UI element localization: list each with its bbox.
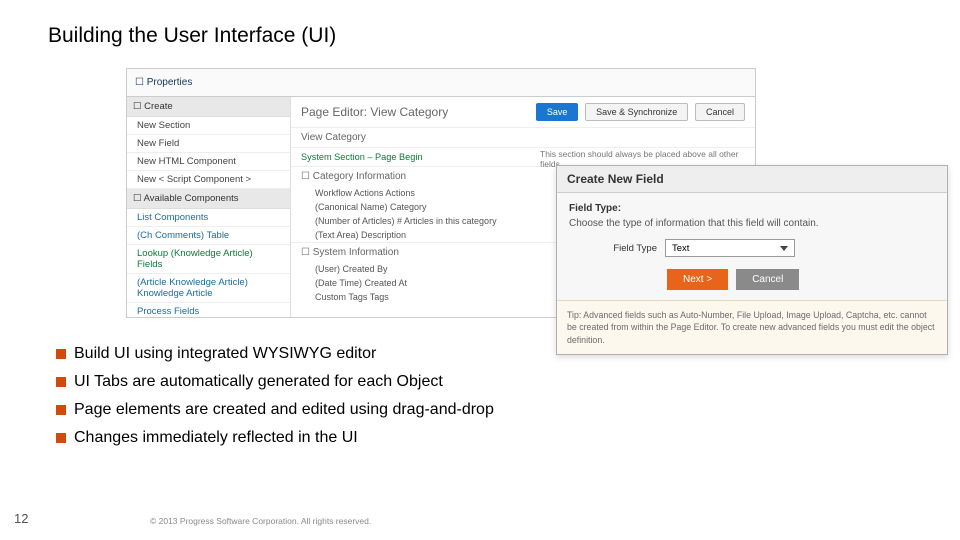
dialog-tip: Tip: Advanced fields such as Auto-Number… (557, 300, 947, 354)
sidebar-item[interactable]: (Ch Comments) Table (127, 227, 290, 245)
sidebar-item[interactable]: New HTML Component (127, 153, 290, 171)
slide-title: Building the User Interface (UI) (48, 24, 336, 48)
sidebar: ☐ Create New Section New Field New HTML … (127, 97, 291, 317)
field-type-hint: Choose the type of information that this… (569, 218, 935, 229)
bullet-icon (56, 405, 66, 415)
field-type-value: Text (672, 243, 689, 254)
properties-label: ☐ Properties (135, 77, 192, 88)
dialog-title: Create New Field (557, 166, 947, 193)
bullet-item: Changes immediately reflected in the UI (56, 429, 494, 447)
bullet-item: Build UI using integrated WYSIWYG editor (56, 345, 494, 363)
bullet-item: UI Tabs are automatically generated for … (56, 373, 494, 391)
bullet-text: Changes immediately reflected in the UI (74, 429, 358, 447)
field-type-select[interactable]: Text (665, 239, 795, 257)
bullet-list: Build UI using integrated WYSIWYG editor… (56, 335, 494, 457)
properties-bar: ☐ Properties (127, 69, 755, 97)
cancel-button[interactable]: Cancel (695, 103, 745, 121)
save-sync-button[interactable]: Save & Synchronize (585, 103, 688, 121)
bullet-text: Page elements are created and edited usi… (74, 401, 494, 419)
cancel-button[interactable]: Cancel (736, 269, 799, 290)
sidebar-item[interactable]: Process Fields (127, 303, 290, 318)
view-category-label: View Category (291, 128, 755, 148)
sidebar-item[interactable]: Lookup (Knowledge Article) Fields (127, 245, 290, 274)
page-editor-title: Page Editor: View Category (301, 105, 448, 119)
page-number: 12 (14, 511, 28, 526)
bullet-icon (56, 349, 66, 359)
bullet-text: Build UI using integrated WYSIWYG editor (74, 345, 376, 363)
sidebar-item[interactable]: New Field (127, 135, 290, 153)
bullet-item: Page elements are created and edited usi… (56, 401, 494, 419)
copyright: © 2013 Progress Software Corporation. Al… (150, 516, 371, 526)
sidebar-item[interactable]: New < Script Component > (127, 171, 290, 189)
save-button[interactable]: Save (536, 103, 579, 121)
bullet-text: UI Tabs are automatically generated for … (74, 373, 443, 391)
field-type-label: Field Type (593, 243, 657, 254)
sidebar-item[interactable]: List Components (127, 209, 290, 227)
sidebar-item[interactable]: New Section (127, 117, 290, 135)
field-type-heading: Field Type: (569, 203, 935, 214)
sidebar-item[interactable]: (Article Knowledge Article) Knowledge Ar… (127, 274, 290, 303)
sidebar-create-header: ☐ Create (127, 97, 290, 117)
bullet-icon (56, 377, 66, 387)
bullet-icon (56, 433, 66, 443)
create-new-field-dialog: Create New Field Field Type: Choose the … (556, 165, 948, 355)
chevron-down-icon (780, 246, 788, 251)
sidebar-available-header: ☐ Available Components (127, 189, 290, 209)
slide: Building the User Interface (UI) ☐ Prope… (0, 0, 960, 540)
next-button[interactable]: Next > (667, 269, 728, 290)
